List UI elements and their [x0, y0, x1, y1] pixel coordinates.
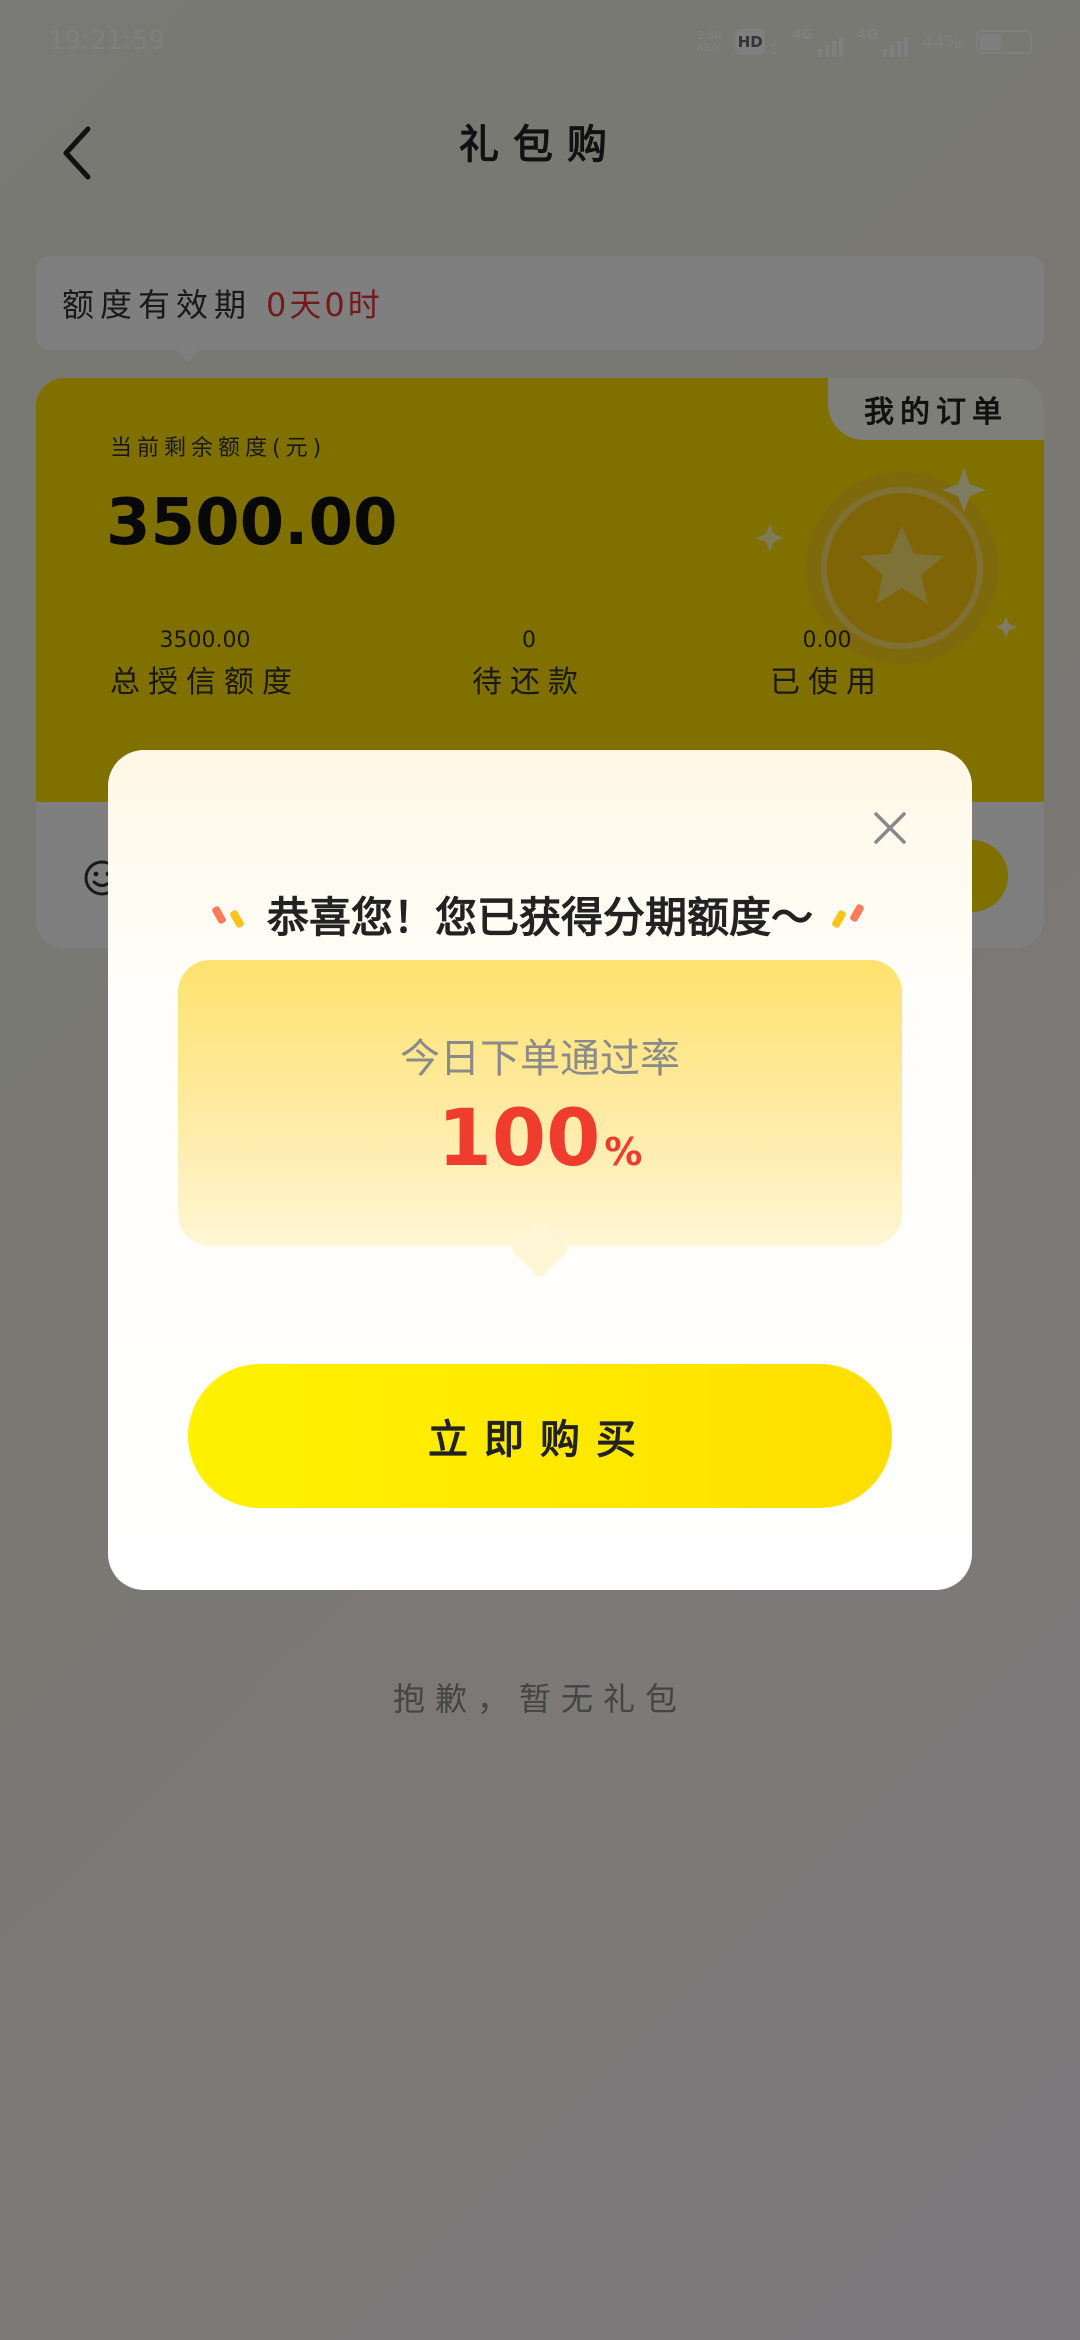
approval-rate-value: 100: [437, 1094, 601, 1184]
credit-granted-modal: 恭喜您！您已获得分期额度～ 今日下单通过率 100 % 立即购买: [108, 750, 972, 1590]
approval-rate-label: 今日下单通过率: [400, 1036, 680, 1082]
approval-rate: 100 %: [178, 1094, 902, 1184]
modal-title: 恭喜您！您已获得分期额度～: [266, 893, 813, 942]
buy-now-button[interactable]: 立即购买: [188, 1364, 892, 1508]
approval-rate-unit: %: [604, 1130, 643, 1174]
close-icon: [874, 812, 906, 844]
modal-heading: 恭喜您！您已获得分期额度～: [108, 884, 972, 945]
approval-rate-box: 今日下单通过率 100 %: [178, 960, 902, 1279]
rate-box-pointer: [510, 1219, 570, 1279]
confetti-right-icon: [832, 903, 864, 928]
close-button[interactable]: [868, 806, 912, 850]
confetti-left-icon: [212, 905, 244, 928]
